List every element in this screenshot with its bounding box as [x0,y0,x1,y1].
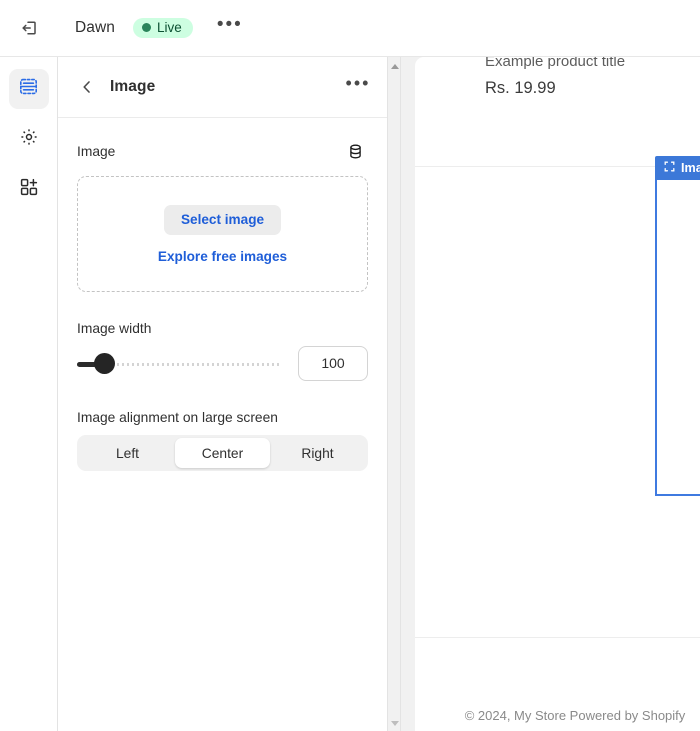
page-title: Image [110,78,156,95]
settings-panel: Image ••• Image Select image Explore fre… [58,57,388,731]
sidebar-item-theme-settings[interactable] [9,119,49,159]
panel-body: Image Select image Explore free images I… [58,118,387,471]
preview-product-title: Example product title [485,57,626,70]
slider-thumb[interactable] [93,352,115,374]
selected-section-label: Image [681,161,700,175]
status-badge-label: Live [157,19,182,35]
image-width-slider[interactable] [77,352,282,375]
storefront-preview[interactable]: Example product title Rs. 19.99 Image © … [415,57,700,731]
exit-icon[interactable] [13,11,47,45]
topbar-more-button[interactable]: ••• [215,14,245,42]
preview-scrollbar[interactable] [388,57,401,731]
theme-editor-window: Dawn Live ••• Image ••• Image Select ima… [0,0,700,731]
status-badge[interactable]: Live [133,17,193,39]
sections-icon [18,76,39,102]
alignment-option-right[interactable]: Right [270,438,365,468]
image-width-label: Image width [77,321,152,336]
selected-section-badge[interactable]: Image [655,156,700,180]
selected-section-outline[interactable]: Image [655,156,700,496]
image-width-control: 100 [77,346,368,381]
panel-header: Image ••• [58,57,387,118]
store-name: Dawn [75,19,116,36]
scroll-down-arrow[interactable] [388,717,401,730]
database-icon[interactable] [342,138,368,164]
panel-more-button[interactable]: ••• [343,73,373,100]
alignment-option-left[interactable]: Left [80,438,175,468]
top-bar: Dawn Live ••• [0,0,700,57]
preview-product-block: Example product title Rs. 19.99 [415,57,700,167]
image-alignment-label: Image alignment on large screen [77,410,278,425]
sidebar-item-sections[interactable] [8,69,49,109]
chevron-left-icon[interactable] [74,74,100,100]
scroll-up-arrow[interactable] [388,60,401,73]
alignment-option-center[interactable]: Center [175,438,270,468]
icon-rail [0,57,58,731]
image-alignment-segmented-control: Left Center Right [77,435,368,471]
apps-add-icon [19,177,39,202]
preview-pane: Example product title Rs. 19.99 Image © … [401,57,700,731]
frame-icon [664,161,675,175]
image-width-input[interactable]: 100 [298,346,368,381]
preview-footer-divider [415,637,700,638]
image-field-label: Image [77,143,116,159]
preview-product-price: Rs. 19.99 [485,79,556,97]
image-field-header: Image [77,138,368,164]
sidebar-item-apps[interactable] [9,169,49,209]
explore-free-images-link[interactable]: Explore free images [158,249,287,264]
gear-icon [19,127,39,152]
live-dot-icon [142,23,152,32]
select-image-button[interactable]: Select image [163,204,282,235]
image-dropzone[interactable]: Select image Explore free images [77,176,368,292]
preview-footer-text: © 2024, My Store Powered by Shopify [464,708,686,723]
